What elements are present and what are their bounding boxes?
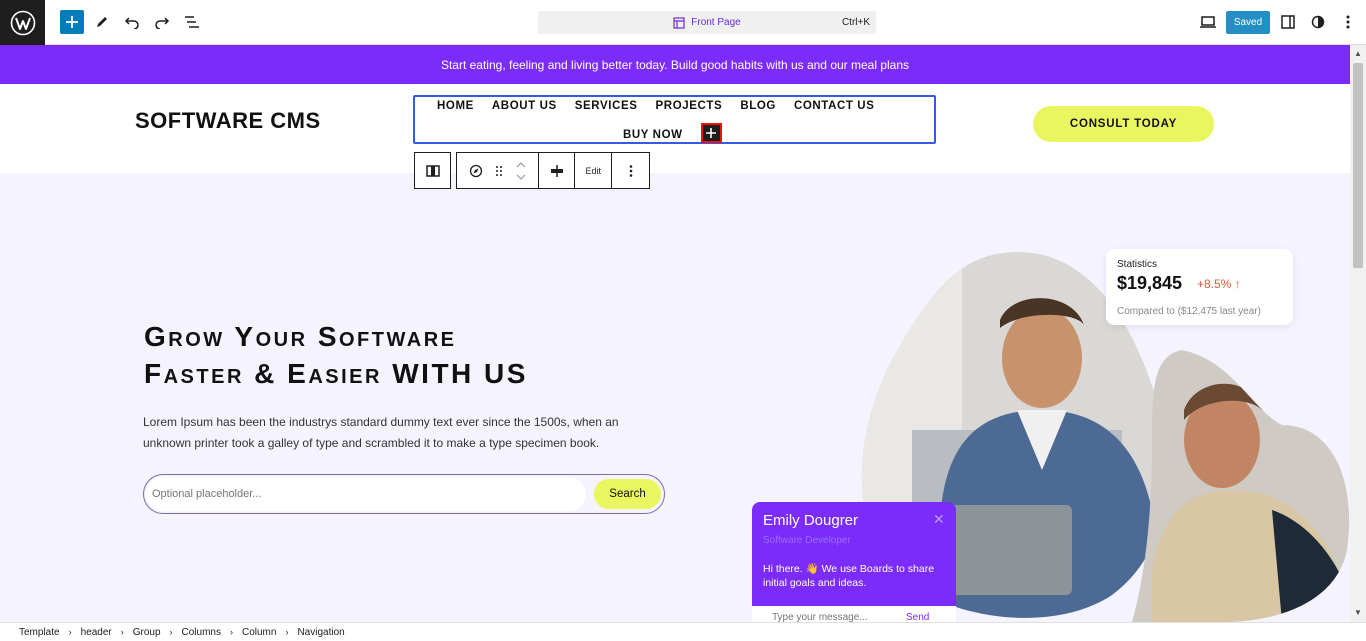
chevron-right-icon: ›	[68, 627, 72, 637]
scrollbar-thumb[interactable]	[1353, 63, 1363, 268]
breadcrumb-columns[interactable]: Columns	[182, 627, 221, 638]
block-parent-selector[interactable]	[414, 152, 451, 189]
group-block-icon	[425, 164, 440, 177]
wordpress-logo-icon[interactable]	[0, 0, 45, 45]
template-icon	[673, 16, 685, 29]
editor-canvas[interactable]: Start eating, feeling and living better …	[0, 45, 1350, 622]
search-button[interactable]: Search	[594, 479, 661, 509]
chevron-right-icon: ›	[285, 627, 289, 637]
chat-input-row: Send	[752, 606, 956, 622]
hero-heading-line2: Faster & Easier WITH US	[144, 358, 528, 389]
breadcrumb-template[interactable]: Template	[19, 627, 60, 638]
nav-item-contact-us[interactable]: CONTACT US	[794, 99, 875, 113]
block-options-button[interactable]	[612, 153, 649, 188]
desktop-preview-icon[interactable]	[1196, 10, 1220, 34]
chevron-right-icon: ›	[169, 627, 173, 637]
statistics-delta: +8.5% ↑	[1197, 277, 1241, 291]
announcement-bar: Start eating, feeling and living better …	[0, 45, 1350, 84]
nav-item-home[interactable]: HOME	[437, 99, 474, 113]
settings-sidebar-icon[interactable]	[1276, 10, 1300, 34]
breadcrumb-column[interactable]: Column	[242, 627, 276, 638]
editor-toolbar: Front Page Ctrl+K Saved	[0, 0, 1366, 45]
add-block-button[interactable]	[60, 10, 84, 34]
drag-handle-icon[interactable]	[495, 165, 503, 177]
chat-widget: Emily Dougrer ✕ Software Developer Hi th…	[752, 502, 956, 622]
edit-button[interactable]: Edit	[575, 153, 613, 188]
list-view-icon[interactable]	[180, 10, 204, 34]
justification-button[interactable]	[539, 153, 576, 188]
scroll-up-icon[interactable]: ▲	[1354, 49, 1362, 58]
nav-item-blog[interactable]: BLOG	[740, 99, 776, 113]
scroll-down-icon[interactable]: ▼	[1354, 608, 1362, 617]
search-input[interactable]	[146, 477, 586, 511]
block-toolbar: Edit	[456, 152, 650, 189]
statistics-label: Statistics	[1117, 259, 1158, 270]
add-nav-item-button[interactable]	[700, 123, 722, 143]
hero-heading-line1: Grow Your Software	[144, 321, 457, 352]
redo-icon[interactable]	[150, 10, 174, 34]
nav-item-about-us[interactable]: ABOUT US	[492, 99, 557, 113]
search-block: Search	[143, 474, 665, 514]
pencil-tool-icon[interactable]	[90, 10, 114, 34]
chat-message-input[interactable]	[772, 612, 892, 622]
breadcrumb-header[interactable]: header	[81, 627, 112, 638]
block-breadcrumb: Template › header › Group › Columns › Co…	[0, 622, 1366, 641]
statistics-compare: Compared to ($12,475 last year)	[1117, 306, 1261, 317]
justify-center-icon	[550, 164, 563, 177]
more-vertical-icon	[629, 164, 632, 177]
navigation-block[interactable]: HOME ABOUT US SERVICES PROJECTS BLOG CON…	[413, 95, 936, 144]
consult-today-button[interactable]: CONSULT TODAY	[1033, 106, 1214, 142]
breadcrumb-group[interactable]: Group	[133, 627, 161, 638]
move-up-icon[interactable]	[516, 161, 526, 168]
options-menu-icon[interactable]	[1336, 10, 1360, 34]
chat-contact-name: Emily Dougrer	[763, 512, 859, 529]
chat-send-button[interactable]: Send	[906, 612, 929, 622]
chevron-right-icon: ›	[229, 627, 233, 637]
site-header: SOFTWARE CMS HOME ABOUT US SERVICES PROJ…	[0, 84, 1350, 173]
close-icon[interactable]: ✕	[933, 511, 945, 528]
canvas-scrollbar[interactable]: ▲ ▼	[1350, 45, 1366, 622]
saved-button[interactable]: Saved	[1226, 11, 1270, 34]
chat-message: Hi there. 👋 We use Boards to share initi…	[763, 563, 935, 589]
site-title[interactable]: SOFTWARE CMS	[135, 108, 321, 134]
chat-contact-role: Software Developer	[763, 535, 851, 546]
breadcrumb-navigation[interactable]: Navigation	[297, 627, 344, 638]
statistics-card: Statistics $19,845 +8.5% ↑ Compared to (…	[1106, 249, 1293, 325]
move-down-icon[interactable]	[516, 174, 526, 180]
plus-icon	[706, 128, 717, 138]
nav-item-services[interactable]: SERVICES	[575, 99, 638, 113]
hero-heading[interactable]: Grow Your Software Faster & Easier WITH …	[144, 318, 528, 392]
statistics-value: $19,845	[1117, 273, 1183, 293]
hero-paragraph[interactable]: Lorem Ipsum has been the industrys stand…	[143, 412, 643, 454]
nav-item-buy-now[interactable]: BUY NOW	[623, 128, 683, 142]
styles-icon[interactable]	[1306, 10, 1330, 34]
arrow-up-icon: ↑	[1234, 277, 1241, 291]
document-title: Front Page	[691, 17, 741, 28]
nav-item-projects[interactable]: PROJECTS	[656, 99, 723, 113]
navigation-compass-icon[interactable]	[469, 164, 483, 178]
command-shortcut: Ctrl+K	[841, 17, 870, 28]
chevron-right-icon: ›	[120, 627, 124, 637]
document-bar[interactable]: Front Page Ctrl+K	[538, 11, 876, 34]
undo-icon[interactable]	[120, 10, 144, 34]
announcement-text: Start eating, feeling and living better …	[440, 57, 910, 72]
